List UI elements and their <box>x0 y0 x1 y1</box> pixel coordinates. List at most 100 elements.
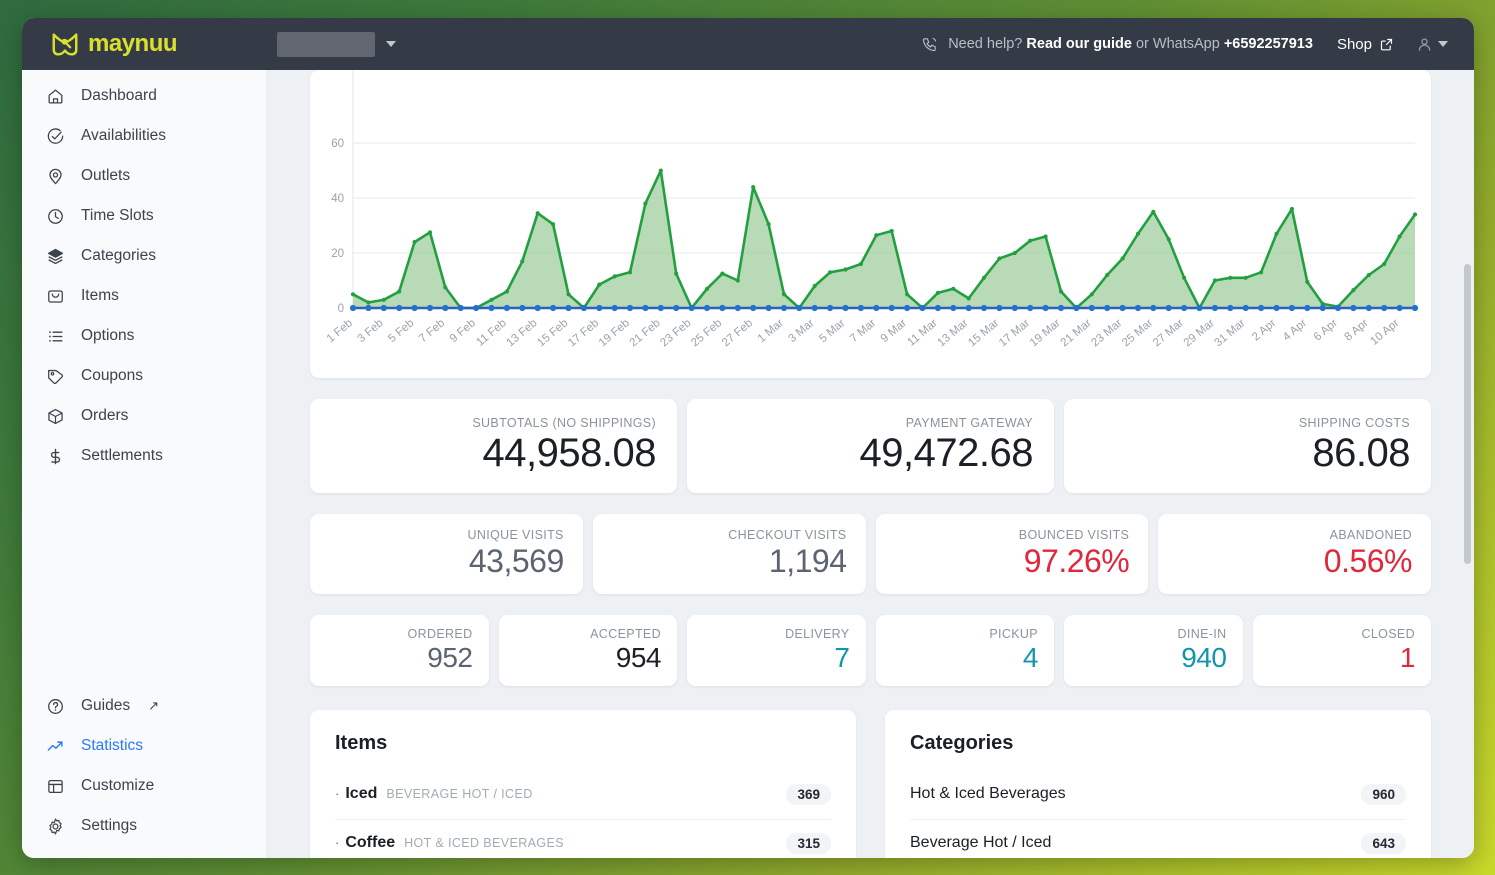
chart-data-point[interactable] <box>1028 238 1033 243</box>
chart-data-point[interactable] <box>551 222 556 227</box>
chart-zero-marker[interactable] <box>473 304 480 312</box>
chart-zero-marker[interactable] <box>1011 304 1018 312</box>
chart-zero-marker[interactable] <box>857 304 865 312</box>
chart-data-point[interactable] <box>1274 231 1279 236</box>
chart-zero-marker[interactable] <box>673 304 680 312</box>
chart-data-point[interactable] <box>1366 272 1371 278</box>
chart-zero-marker[interactable] <box>980 304 988 312</box>
brand-logo[interactable]: maynuu <box>50 29 178 59</box>
chart-zero-marker[interactable] <box>442 304 449 312</box>
chart-zero-marker[interactable] <box>1042 304 1049 312</box>
chart-zero-marker[interactable] <box>565 304 572 312</box>
sidebar-item-customize[interactable]: Customize <box>22 766 266 806</box>
vertical-scrollbar[interactable] <box>1464 74 1471 854</box>
chart-data-point[interactable] <box>535 211 540 216</box>
sidebar-item-guides[interactable]: Guides ↗ <box>22 686 266 726</box>
chart-zero-marker[interactable] <box>503 304 510 312</box>
chart-zero-marker[interactable] <box>996 304 1003 312</box>
chart-data-point[interactable] <box>443 285 448 290</box>
chart-data-point[interactable] <box>1151 209 1156 214</box>
chart-data-point[interactable] <box>1105 272 1110 278</box>
whatsapp-phone[interactable]: +6592257913 <box>1224 36 1313 52</box>
chart-zero-marker[interactable] <box>1304 304 1311 312</box>
sidebar-item-orders[interactable]: Orders <box>22 396 266 436</box>
chart-data-point[interactable] <box>935 290 941 295</box>
read-guide-link[interactable]: Read our guide <box>1026 36 1132 52</box>
chart-data-point[interactable] <box>1120 256 1125 261</box>
chart-zero-marker[interactable] <box>1119 304 1126 312</box>
chart-data-point[interactable] <box>905 292 910 297</box>
chart-zero-marker[interactable] <box>611 304 618 312</box>
sidebar-item-categories[interactable]: Categories <box>22 236 266 276</box>
chart-data-point[interactable] <box>997 256 1002 261</box>
chart-data-point[interactable] <box>751 185 756 190</box>
chart-data-point[interactable] <box>381 297 386 302</box>
chart-data-point[interactable] <box>704 286 710 291</box>
chart-zero-marker[interactable] <box>642 304 649 312</box>
chart-zero-marker[interactable] <box>349 304 357 312</box>
chart-zero-marker[interactable] <box>1057 304 1065 312</box>
list-item[interactable]: Beverage Hot / Iced 643 <box>910 818 1406 858</box>
chart-data-point[interactable] <box>874 233 879 238</box>
chart-zero-marker[interactable] <box>380 304 387 312</box>
chart-zero-marker[interactable] <box>796 304 803 312</box>
chart-data-point[interactable] <box>1351 288 1356 293</box>
chart-data-point[interactable] <box>1089 292 1094 297</box>
chart-data-point[interactable] <box>1412 212 1418 217</box>
chart-zero-marker[interactable] <box>626 304 634 312</box>
chart-data-point[interactable] <box>1058 289 1064 294</box>
sidebar-item-outlets[interactable]: Outlets <box>22 156 266 196</box>
chart-zero-marker[interactable] <box>719 304 726 312</box>
sidebar-item-settlements[interactable]: Settlements <box>22 436 266 476</box>
chart-zero-marker[interactable] <box>965 304 972 312</box>
chart-data-point[interactable] <box>566 292 571 297</box>
outlet-dropdown[interactable] <box>277 31 397 57</box>
chart-zero-marker[interactable] <box>950 304 957 312</box>
chart-zero-marker[interactable] <box>534 304 541 312</box>
chart-zero-marker[interactable] <box>426 304 434 312</box>
chart-zero-marker[interactable] <box>842 304 849 312</box>
chart-zero-marker[interactable] <box>1242 304 1249 312</box>
chart-zero-marker[interactable] <box>750 304 757 312</box>
chart-zero-marker[interactable] <box>1196 304 1203 312</box>
list-item[interactable]: Hot & Iced Beverages 960 <box>910 771 1406 819</box>
chart-zero-marker[interactable] <box>1181 304 1188 312</box>
chart-zero-marker[interactable] <box>1227 304 1234 312</box>
visits-area-chart[interactable]: 0 20 40 60 1 Feb 3 Feb 5 Feb 7 Feb 9 Feb 11 Feb 13… <box>310 70 1431 378</box>
chart-zero-marker[interactable] <box>1258 304 1265 312</box>
chart-zero-marker[interactable] <box>919 304 926 312</box>
chart-data-point[interactable] <box>658 168 663 173</box>
chart-data-point[interactable] <box>843 267 848 272</box>
chart-data-point[interactable] <box>674 271 679 276</box>
sidebar-item-coupons[interactable]: Coupons <box>22 356 266 396</box>
chart-zero-marker[interactable] <box>519 304 526 312</box>
sidebar-item-statistics[interactable]: Statistics <box>22 726 266 766</box>
scrollbar-thumb[interactable] <box>1464 264 1471 564</box>
sidebar-item-settings[interactable]: Settings <box>22 806 266 846</box>
chart-data-point[interactable] <box>520 259 525 264</box>
chart-data-point[interactable] <box>1243 275 1248 280</box>
chart-data-point[interactable] <box>597 282 602 287</box>
sidebar-item-availabilities[interactable]: Availabilities <box>22 116 266 156</box>
chart-zero-marker[interactable] <box>873 304 880 312</box>
chart-data-point[interactable] <box>489 297 494 302</box>
chart-zero-marker[interactable] <box>411 304 418 312</box>
chart-zero-marker[interactable] <box>1165 304 1172 312</box>
chart-zero-marker[interactable] <box>657 304 664 312</box>
chart-zero-marker[interactable] <box>1134 304 1142 312</box>
chart-zero-marker[interactable] <box>1088 304 1095 312</box>
chart-data-point[interactable] <box>366 300 371 305</box>
account-menu-button[interactable] <box>1416 36 1448 53</box>
chart-data-point[interactable] <box>951 286 956 291</box>
chart-zero-marker[interactable] <box>1334 304 1342 312</box>
chart-zero-marker[interactable] <box>1104 304 1111 312</box>
chart-data-point[interactable] <box>1289 206 1294 212</box>
chart-data-point[interactable] <box>1212 278 1217 283</box>
chart-zero-marker[interactable] <box>1288 304 1295 312</box>
chart-data-point[interactable] <box>1305 279 1310 284</box>
chart-zero-marker[interactable] <box>1365 304 1372 312</box>
chart-data-point[interactable] <box>350 292 356 297</box>
chart-data-point[interactable] <box>735 278 740 283</box>
chart-data-point[interactable] <box>858 261 864 267</box>
chart-data-point[interactable] <box>1259 270 1264 275</box>
